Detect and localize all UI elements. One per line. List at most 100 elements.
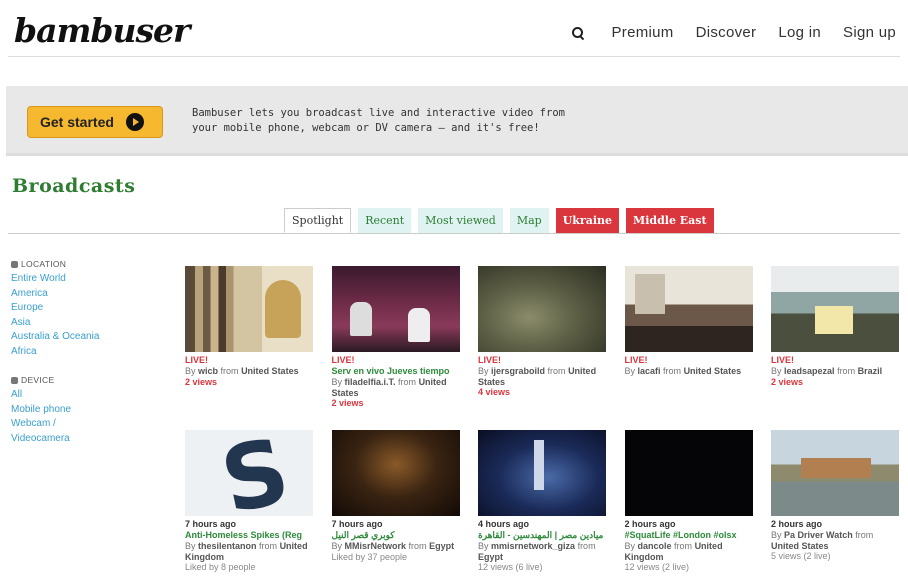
- broadcast-card[interactable]: 4 hours ago ميادين مصر | المهندسين - القا…: [478, 430, 606, 576]
- location-entire-world[interactable]: Entire World: [11, 272, 141, 287]
- broadcast-thumbnail[interactable]: [624, 266, 753, 352]
- broadcast-views: 2 views: [185, 376, 218, 387]
- broadcast-card[interactable]: LIVE! By leadsapezal from Brazil 2 views: [771, 266, 899, 424]
- broadcast-thumbnail[interactable]: [331, 266, 460, 352]
- broadcast-place: Egypt: [429, 541, 455, 551]
- broadcast-card[interactable]: 7 hours agoAnti-Homeless Spikes (RegBy t…: [185, 430, 313, 576]
- device-webcam[interactable]: Webcam / Videocamera: [11, 417, 91, 446]
- broadcast-byline: By MMisrNetwork from Egypt: [331, 541, 455, 551]
- tab-middle-east[interactable]: Middle East: [626, 208, 714, 233]
- broadcast-place: United States: [683, 366, 742, 376]
- get-started-button[interactable]: Get started: [27, 106, 163, 138]
- tab-most-viewed[interactable]: Most viewed: [418, 208, 503, 233]
- broadcast-user[interactable]: mmisrnetwork_giza: [491, 541, 575, 551]
- broadcast-user[interactable]: ijersgraboild: [491, 366, 545, 376]
- nav-signup[interactable]: Sign up: [843, 24, 896, 41]
- broadcast-thumbnail[interactable]: [478, 266, 606, 352]
- broadcast-place: Brazil: [857, 366, 883, 376]
- broadcast-thumbnail[interactable]: [771, 430, 899, 516]
- device-mobile-phone[interactable]: Mobile phone: [11, 403, 141, 418]
- broadcast-thumbnail[interactable]: [185, 430, 313, 516]
- broadcast-user[interactable]: lacafi: [638, 366, 661, 376]
- tab-recent[interactable]: Recent: [358, 208, 412, 233]
- broadcast-user[interactable]: filadelfia.i.T.: [345, 377, 396, 387]
- broadcast-thumbnail[interactable]: [331, 430, 460, 516]
- broadcast-card[interactable]: 2 hours ago #SquatLife #London #olsx By da…: [624, 430, 753, 576]
- broadcast-place: United States: [771, 540, 829, 551]
- device-icon: [11, 376, 18, 384]
- broadcast-status: 2 hours ago: [624, 519, 676, 529]
- broadcast-byline: By filadelfia.i.T. from United States: [331, 377, 447, 398]
- broadcast-status: LIVE!: [478, 355, 502, 365]
- broadcast-status: LIVE!: [624, 355, 648, 365]
- broadcast-title[interactable]: Serv en vivo Jueves tiempo: [332, 366, 460, 377]
- tabs-divider: [8, 233, 900, 234]
- location-heading: LOCATION: [11, 259, 141, 269]
- broadcast-byline: By lacafi from United States: [624, 366, 742, 376]
- broadcast-user[interactable]: MMisrNetwork: [345, 541, 407, 551]
- promo-banner: Get started Bambuser lets you broadcast …: [6, 86, 908, 156]
- broadcast-byline: By thesilentanon from United Kingdom: [185, 541, 308, 562]
- broadcast-views: Liked by 8 people: [185, 562, 256, 572]
- broadcast-from: from: [837, 366, 856, 376]
- location-america[interactable]: America: [11, 287, 141, 302]
- broadcast-title[interactable]: ميادين مصر | المهندسين - القاهرة: [478, 530, 606, 541]
- broadcast-thumbnail[interactable]: [771, 266, 899, 352]
- location-europe[interactable]: Europe: [11, 301, 141, 316]
- broadcast-views: 12 views (2 live): [624, 562, 690, 572]
- device-all[interactable]: All: [11, 388, 141, 403]
- play-icon: [125, 113, 144, 131]
- broadcast-byline: By ijersgraboild from United States: [478, 366, 597, 387]
- broadcast-title[interactable]: Anti-Homeless Spikes (Reg: [185, 530, 313, 541]
- broadcast-user[interactable]: Pa Driver Watch: [784, 530, 853, 540]
- top-nav: Premium Discover Log in Sign up: [571, 24, 896, 41]
- broadcast-user[interactable]: thesilentanon: [198, 541, 257, 551]
- broadcast-user[interactable]: wicb: [198, 366, 218, 376]
- broadcast-user[interactable]: dancole: [638, 541, 672, 551]
- broadcast-byline: By Pa Driver Watch from United States: [771, 530, 874, 551]
- broadcast-views: 2 views: [331, 398, 364, 408]
- broadcast-views: 2 views: [771, 376, 804, 387]
- broadcast-status: LIVE!: [185, 355, 209, 365]
- broadcast-card[interactable]: 7 hours ago كوبري قصر النيل By MMisrNetwor…: [331, 430, 460, 576]
- broadcast-byline: By dancole from United Kingdom: [624, 541, 723, 562]
- broadcast-title[interactable]: #SquatLife #London #olsx: [625, 530, 753, 541]
- tab-map[interactable]: Map: [509, 208, 549, 233]
- nav-login[interactable]: Log in: [778, 24, 821, 41]
- broadcast-grid: LIVE! By wicb from United States 2 views LI…: [185, 266, 899, 576]
- location-africa[interactable]: Africa: [11, 345, 141, 360]
- broadcast-from: from: [674, 541, 693, 551]
- location-australia-oceania[interactable]: Australia & Oceania: [11, 330, 141, 345]
- broadcast-thumbnail[interactable]: [624, 430, 753, 516]
- broadcast-views: 12 views (6 live): [478, 562, 543, 572]
- location-asia[interactable]: Asia: [11, 316, 141, 331]
- broadcast-status: LIVE!: [331, 355, 355, 365]
- search-icon[interactable]: [571, 26, 585, 40]
- broadcast-title[interactable]: كوبري قصر النيل: [332, 530, 460, 541]
- broadcast-card[interactable]: LIVE! Serv en vivo Jueves tiempo By filade…: [331, 266, 460, 424]
- broadcast-views: 4 views: [478, 387, 511, 397]
- broadcast-status: LIVE!: [771, 355, 795, 365]
- nav-premium[interactable]: Premium: [611, 24, 673, 41]
- device-heading: DEVICE: [11, 375, 141, 385]
- broadcast-thumbnail[interactable]: [478, 430, 606, 516]
- broadcast-user[interactable]: leadsapezal: [784, 366, 835, 376]
- bambuser-logo[interactable]: bambuser: [14, 11, 190, 51]
- broadcast-from: from: [259, 541, 278, 551]
- broadcast-card[interactable]: LIVE! By lacafi from United States: [624, 266, 753, 424]
- tab-spotlight[interactable]: Spotlight: [284, 208, 352, 233]
- broadcast-status: 7 hours ago: [331, 519, 383, 529]
- header-divider: [8, 56, 900, 57]
- broadcast-card[interactable]: LIVE! By wicb from United States 2 views: [185, 266, 313, 424]
- broadcast-byline: By wicb from United States: [185, 366, 299, 376]
- broadcast-from: from: [220, 366, 239, 376]
- promo-text: Bambuser lets you broadcast live and int…: [192, 107, 565, 134]
- nav-discover[interactable]: Discover: [696, 24, 757, 41]
- broadcast-card[interactable]: 2 hours ago By Pa Driver Watch from Unite…: [771, 430, 899, 576]
- broadcast-thumbnail[interactable]: [185, 266, 313, 352]
- broadcast-status: 7 hours ago: [185, 519, 237, 529]
- broadcast-byline: By mmisrnetwork_giza from Egypt: [478, 541, 596, 562]
- broadcast-card[interactable]: LIVE! By ijersgraboild from United States…: [478, 266, 606, 424]
- globe-icon: [11, 260, 18, 268]
- tab-ukraine[interactable]: Ukraine: [555, 208, 620, 233]
